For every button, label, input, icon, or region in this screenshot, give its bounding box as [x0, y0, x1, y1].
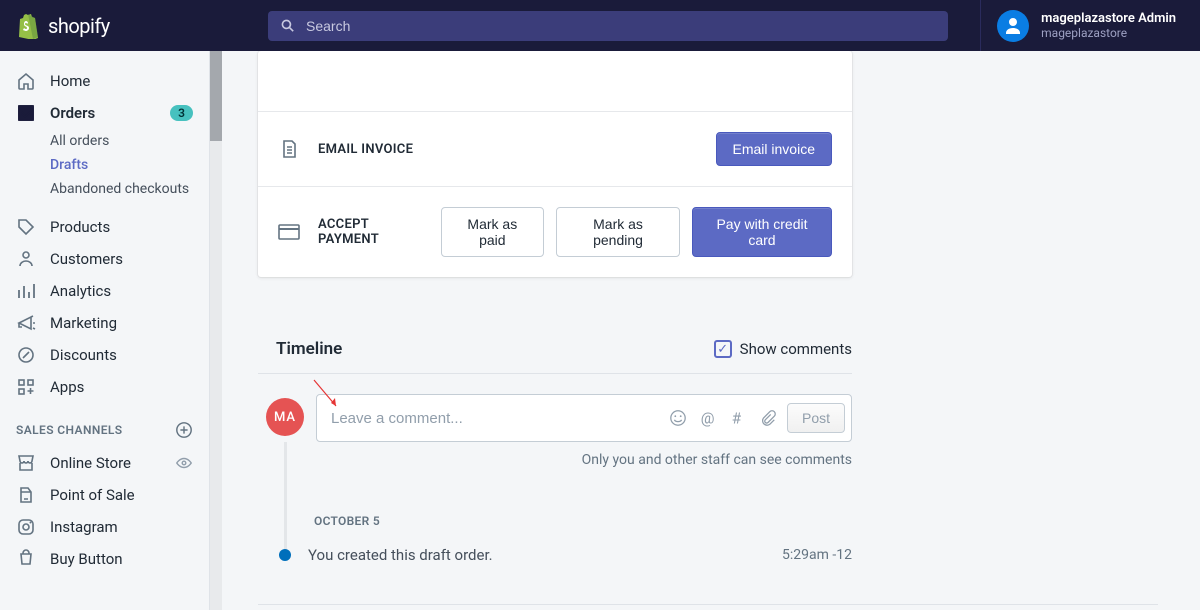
sidebar-item-label: Home — [50, 72, 90, 90]
store-icon — [16, 453, 36, 473]
sidebar-item-orders[interactable]: Orders 3 — [0, 97, 209, 129]
svg-text:@: @ — [701, 409, 715, 427]
timeline-date: OCTOBER 5 — [284, 472, 852, 546]
marketing-icon — [16, 313, 36, 333]
email-invoice-label: EMAIL INVOICE — [318, 142, 413, 157]
sidebar-item-label: Customers — [50, 250, 123, 268]
user-store: mageplazastore — [1041, 26, 1176, 40]
orders-icon — [16, 103, 36, 123]
show-comments-toggle[interactable]: ✓ Show comments — [714, 340, 852, 358]
svg-text:#: # — [732, 409, 742, 427]
home-icon — [16, 71, 36, 91]
timeline-title: Timeline — [276, 339, 342, 359]
sidebar-sub-abandoned[interactable]: Abandoned checkouts — [0, 177, 209, 201]
user-initials-avatar: MA — [266, 398, 304, 436]
sidebar-item-customers[interactable]: Customers — [0, 243, 209, 275]
sidebar-channel-instagram[interactable]: Instagram — [0, 511, 209, 543]
post-button[interactable]: Post — [787, 403, 845, 433]
timeline-event-text: You created this draft order. — [284, 546, 493, 564]
user-icon — [1003, 16, 1023, 36]
search-box[interactable] — [268, 11, 948, 41]
sidebar-channel-pos[interactable]: Point of Sale — [0, 479, 209, 511]
sidebar-item-label: Analytics — [50, 282, 111, 300]
sidebar-sub-drafts[interactable]: Drafts — [0, 153, 209, 177]
sidebar-item-settings[interactable]: Settings — [0, 603, 209, 610]
accept-payment-label: ACCEPT PAYMENT — [318, 217, 423, 247]
avatar — [997, 10, 1029, 42]
mark-paid-button[interactable]: Mark as paid — [441, 207, 545, 257]
sidebar-scrollbar[interactable] — [210, 51, 222, 610]
products-icon — [16, 217, 36, 237]
attachment-icon[interactable] — [759, 409, 777, 427]
sidebar-item-label: Discounts — [50, 346, 117, 364]
comment-hint: Only you and other staff can see comment… — [258, 442, 852, 468]
instagram-icon — [16, 517, 36, 537]
customers-icon — [16, 249, 36, 269]
orders-badge: 3 — [170, 105, 193, 121]
sidebar-item-marketing[interactable]: Marketing — [0, 307, 209, 339]
email-invoice-button[interactable]: Email invoice — [716, 132, 832, 166]
mention-icon[interactable]: @ — [699, 409, 717, 427]
search-input[interactable] — [306, 18, 936, 34]
document-icon — [278, 138, 300, 160]
accept-payment-row: ACCEPT PAYMENT Mark as paid Mark as pend… — [258, 186, 852, 277]
pay-credit-button[interactable]: Pay with credit card — [692, 207, 832, 257]
logo[interactable]: shopify — [0, 13, 256, 39]
sidebar: Home Orders 3 All orders Drafts Abandone… — [0, 51, 210, 610]
analytics-icon — [16, 281, 36, 301]
sidebar-channel-online-store[interactable]: Online Store — [0, 447, 209, 479]
user-menu[interactable]: mageplazastore Admin mageplazastore — [980, 0, 1200, 51]
sidebar-item-label: Orders — [50, 104, 95, 122]
sidebar-item-label: Marketing — [50, 314, 117, 332]
sidebar-channel-buy-button[interactable]: Buy Button — [0, 543, 209, 575]
buy-button-icon — [16, 549, 36, 569]
add-channel-icon[interactable] — [175, 421, 193, 439]
search-icon — [280, 18, 296, 34]
sidebar-item-label: Apps — [50, 378, 84, 396]
channels-header: SALES CHANNELS — [0, 403, 209, 447]
pos-icon — [16, 485, 36, 505]
sidebar-item-label: Products — [50, 218, 110, 236]
apps-icon — [16, 377, 36, 397]
sidebar-item-label: Buy Button — [50, 550, 123, 568]
card-icon — [278, 221, 300, 243]
mark-pending-button[interactable]: Mark as pending — [556, 207, 680, 257]
timeline-event-time: 5:29am -12 — [782, 547, 852, 563]
sidebar-item-products[interactable]: Products — [0, 211, 209, 243]
timeline-dot-icon — [279, 549, 291, 561]
main-content: EMAIL INVOICE Email invoice ACCEPT PAYME… — [222, 51, 1200, 610]
email-invoice-row: EMAIL INVOICE Email invoice — [258, 111, 852, 186]
user-name: mageplazastore Admin — [1041, 11, 1176, 27]
logo-text: shopify — [48, 14, 110, 38]
sidebar-item-discounts[interactable]: Discounts — [0, 339, 209, 371]
timeline-event: You created this draft order. 5:29am -12 — [284, 546, 852, 564]
sidebar-item-label: Point of Sale — [50, 486, 135, 504]
comment-box[interactable]: @ # Post — [316, 394, 852, 442]
sidebar-sub-all-orders[interactable]: All orders — [0, 129, 209, 153]
discounts-icon — [16, 345, 36, 365]
emoji-icon[interactable] — [669, 409, 687, 427]
shopify-bag-icon — [16, 13, 40, 39]
sidebar-item-apps[interactable]: Apps — [0, 371, 209, 403]
hash-icon[interactable]: # — [729, 409, 747, 427]
sidebar-item-label: Online Store — [50, 454, 131, 472]
checkbox-icon: ✓ — [714, 340, 732, 358]
eye-icon[interactable] — [175, 454, 193, 472]
sidebar-item-analytics[interactable]: Analytics — [0, 275, 209, 307]
sidebar-item-label: Instagram — [50, 518, 118, 536]
timeline-line — [284, 442, 287, 556]
comment-input[interactable] — [331, 410, 659, 427]
sidebar-item-home[interactable]: Home — [0, 65, 209, 97]
